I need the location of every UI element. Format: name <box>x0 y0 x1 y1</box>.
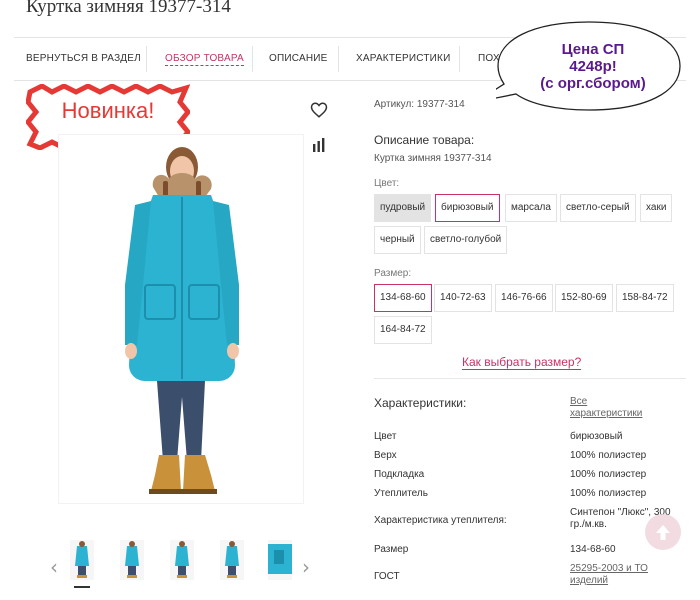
tab-separator <box>459 46 460 72</box>
all-specs-line-2: характеристики <box>570 408 643 419</box>
color-option-powder[interactable]: пудровый <box>374 194 432 222</box>
size-option-146[interactable]: 146-76-66 <box>495 284 553 312</box>
size-guide-link[interactable]: Как выбрать размер? <box>462 356 582 370</box>
color-label: Цвет: <box>374 178 400 189</box>
thumbnail-image <box>75 541 89 578</box>
spec-value-size: 134-68-60 <box>570 544 616 555</box>
color-option-marsala[interactable]: марсала <box>505 194 557 222</box>
price-callout: Цена СП 4248р! (с орг.сбором) <box>496 18 682 118</box>
spec-value-outer: 100% полиэстер <box>570 450 647 461</box>
spec-value-gost[interactable]: 25295-2003 и ТО изделий <box>570 563 648 587</box>
section-divider <box>374 378 686 379</box>
thumbnail-1[interactable] <box>70 540 94 580</box>
size-option-134[interactable]: 134-68-60 <box>374 284 432 312</box>
size-label: Размер: <box>374 268 412 279</box>
spec-value-filling: 100% полиэстер <box>570 488 647 499</box>
spec-value-gost-line-2: изделий <box>570 575 609 586</box>
callout-line-1: Цена СП <box>561 41 625 58</box>
thumbnail-4[interactable] <box>220 540 244 580</box>
size-option-140[interactable]: 140-72-63 <box>434 284 492 312</box>
spec-value-color: бирюзовый <box>570 431 623 442</box>
size-option-152[interactable]: 152-80-69 <box>555 284 613 312</box>
all-specs-line-1: Все <box>570 396 588 407</box>
tab-characteristics[interactable]: ХАРАКТЕРИСТИКИ <box>356 38 450 80</box>
page-title: Куртка зимняя 19377-314 <box>26 0 231 17</box>
description-heading: Описание товара: <box>374 133 475 147</box>
thumbnail-image <box>125 541 139 578</box>
size-option-158[interactable]: 158-84-72 <box>616 284 674 312</box>
callout-line-2: 4248р! <box>569 58 617 75</box>
chevron-right-icon[interactable]: › <box>302 555 310 579</box>
description-text: Куртка зимняя 19377-314 <box>374 153 492 164</box>
color-option-black[interactable]: черный <box>374 226 421 254</box>
girl-in-jacket-illustration <box>125 147 239 494</box>
tab-overview[interactable]: ОБЗОР ТОВАРА <box>165 38 244 80</box>
product-photo[interactable] <box>58 134 304 504</box>
chevron-left-icon[interactable]: ‹ <box>50 555 58 579</box>
callout-text: Цена СП 4248р! (с орг.сбором) <box>518 41 668 92</box>
color-option-light-blue[interactable]: светло-голубой <box>424 226 508 254</box>
spec-value-lining: 100% полиэстер <box>570 469 647 480</box>
spec-key-size: Размер <box>374 544 409 555</box>
article-number: Артикул: 19377-314 <box>374 99 465 110</box>
spec-value-gost-line-1: 25295-2003 и ТО <box>570 563 648 574</box>
tab-separator <box>252 46 253 72</box>
tab-separator <box>146 46 147 72</box>
specs-heading: Характеристики: <box>374 396 467 410</box>
size-option-164[interactable]: 164-84-72 <box>374 316 432 344</box>
color-option-light-grey[interactable]: светло-серый <box>560 194 636 222</box>
spec-key-color: Цвет <box>374 431 397 442</box>
thumbnail-3[interactable] <box>170 540 194 580</box>
scroll-top-button[interactable] <box>645 514 681 550</box>
arrow-up-icon <box>656 525 670 540</box>
color-option-turquoise[interactable]: бирюзовый <box>435 194 500 222</box>
spec-key-gost: ГОСТ <box>374 571 400 582</box>
thumbnail-image <box>268 544 292 574</box>
spec-key-filling-type: Характеристика утеплителя: <box>374 515 507 526</box>
all-specs-link[interactable]: Все характеристики <box>570 396 642 420</box>
thumbnail-5[interactable] <box>268 540 292 580</box>
new-badge-text: Новинка! <box>61 98 155 123</box>
tab-overview-label: ОБЗОР ТОВАРА <box>165 53 244 66</box>
active-thumbnail-indicator <box>74 586 90 588</box>
spec-key-outer: Верх <box>374 450 397 461</box>
thumbnail-2[interactable] <box>120 540 144 580</box>
color-option-khaki[interactable]: хаки <box>640 194 673 222</box>
spec-key-lining: Подкладка <box>374 469 425 480</box>
callout-line-3: (с орг.сбором) <box>540 75 646 92</box>
tab-back-to-section[interactable]: ВЕРНУТЬСЯ В РАЗДЕЛ <box>26 38 141 80</box>
thumbnail-image <box>175 541 189 578</box>
tab-separator <box>338 46 339 72</box>
tab-description[interactable]: ОПИСАНИЕ <box>269 38 328 80</box>
spec-key-filling: Утеплитель <box>374 488 428 499</box>
thumbnail-image <box>225 541 239 578</box>
heart-icon[interactable] <box>310 101 328 119</box>
bar-chart-icon[interactable] <box>310 136 328 154</box>
